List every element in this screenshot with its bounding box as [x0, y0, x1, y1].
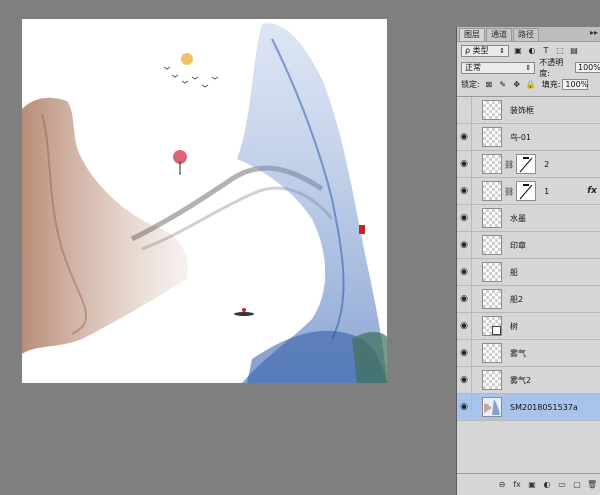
panel-top-strip	[456, 0, 600, 27]
layer-row[interactable]: ◉ 鸟-01	[457, 124, 600, 151]
layer-thumbnail[interactable]	[482, 262, 502, 282]
tab-channels[interactable]: 通道	[486, 28, 512, 41]
layer-name[interactable]: 装饰框	[510, 105, 534, 116]
blend-mode-select[interactable]: 正常 ⇕	[461, 61, 536, 74]
group-folder-icon[interactable]: ▭	[557, 480, 567, 489]
layer-name[interactable]: 树	[510, 321, 518, 332]
canvas-area[interactable]	[0, 0, 456, 495]
layer-name[interactable]: 水墨	[510, 213, 526, 224]
layer-thumbnail[interactable]	[482, 235, 502, 255]
panel-tabs: 图层 通道 路径 ▸▸	[457, 27, 600, 42]
layer-thumbnail[interactable]	[482, 181, 502, 201]
eye-icon[interactable]: ◉	[457, 286, 472, 312]
eye-icon[interactable]: ◉	[457, 313, 472, 339]
layer-row[interactable]: ◉ 船	[457, 259, 600, 286]
smart-object-badge-icon	[492, 326, 501, 335]
layer-row[interactable]: ◉ ⛓ 2	[457, 151, 600, 178]
layer-name[interactable]: 船2	[510, 294, 523, 305]
link-icon[interactable]: ⊖	[497, 480, 507, 489]
eye-icon[interactable]: ◉	[457, 340, 472, 366]
filter-label: ρ 类型	[465, 46, 489, 55]
layer-thumbnail[interactable]	[482, 343, 502, 363]
layer-name[interactable]: 鸟-01	[510, 132, 531, 143]
double-chevron-icon[interactable]: ▸▸	[590, 28, 598, 37]
chain-link-icon[interactable]: ⛓	[504, 187, 514, 196]
layer-name[interactable]: 雾气2	[510, 375, 531, 386]
mask-icon[interactable]: ▣	[527, 480, 537, 489]
layer-thumbnail[interactable]	[482, 289, 502, 309]
layer-row[interactable]: ◉ 雾气	[457, 340, 600, 367]
eye-icon[interactable]: ◉	[457, 124, 472, 150]
eye-icon[interactable]: ◉	[457, 367, 472, 393]
chain-link-icon[interactable]: ⛓	[504, 160, 514, 169]
fill-input[interactable]: 100%	[562, 79, 589, 90]
ink-painting-artwork	[22, 23, 387, 383]
eye-icon[interactable]: ◉	[457, 232, 472, 258]
tab-paths[interactable]: 路径	[513, 28, 539, 41]
filter-row: ρ 类型 ⇕ ▣ ◐ T ⬚ ▤	[457, 42, 600, 59]
layer-name[interactable]: 雾气	[510, 348, 526, 359]
adjustment-icon[interactable]: ◐	[542, 480, 552, 489]
new-layer-icon[interactable]: ▢	[572, 480, 582, 489]
layers-panel: 图层 通道 路径 ▸▸ ρ 类型 ⇕ ▣ ◐ T ⬚ ▤ 正常 ⇕ 不透明度: …	[456, 27, 600, 495]
blend-mode-value: 正常	[465, 63, 481, 72]
image-filter-icon[interactable]: ▣	[513, 46, 523, 56]
hidden-visibility-icon[interactable]	[457, 97, 472, 123]
layer-row[interactable]: ◉ 树	[457, 313, 600, 340]
layer-thumbnail[interactable]	[482, 316, 502, 336]
eye-icon[interactable]: ◉	[457, 151, 472, 177]
layer-mask-thumbnail[interactable]	[516, 154, 537, 174]
tab-layers[interactable]: 图层	[459, 28, 485, 41]
panel-bottom-toolbar: ⊖ fx ▣ ◐ ▭ ▢ 🗑	[457, 473, 600, 495]
layer-name[interactable]: 2	[544, 160, 549, 169]
eye-icon[interactable]: ◉	[457, 205, 472, 231]
layer-row[interactable]: ◉ 印章	[457, 232, 600, 259]
chevron-down-icon: ⇕	[499, 46, 505, 55]
layer-row[interactable]: ◉ ⛓ 1 fx	[457, 178, 600, 205]
chevron-down-icon: ⇕	[525, 63, 532, 72]
layer-name[interactable]: 船	[510, 267, 518, 278]
layer-name[interactable]: 印章	[510, 240, 526, 251]
shape-filter-icon[interactable]: ⬚	[555, 46, 565, 56]
opacity-input[interactable]: 100%	[575, 62, 600, 73]
lock-transparent-icon[interactable]: ⊠	[484, 80, 494, 90]
lock-label: 锁定:	[461, 80, 480, 89]
birds	[163, 66, 219, 88]
blend-row: 正常 ⇕ 不透明度: 100%	[457, 58, 600, 78]
layer-thumbnail[interactable]	[482, 154, 502, 174]
trash-icon[interactable]: 🗑	[587, 480, 597, 489]
eye-icon[interactable]: ◉	[457, 259, 472, 285]
layer-thumbnail[interactable]	[482, 397, 502, 417]
fx-icon[interactable]: fx	[512, 480, 522, 489]
layer-list: 装饰框 ◉ 鸟-01 ◉ ⛓ 2 ◉ ⛓ 1 fx ◉ 水墨 ◉ 印章 ◉ 船 ◉ 船2 ◉ 树 ◉ 雾气 ◉ 雾气2 ◉ SM2…	[457, 96, 600, 453]
layer-name[interactable]: 1	[544, 187, 549, 196]
layer-mask-thumbnail[interactable]	[516, 181, 537, 201]
smart-object-filter-icon[interactable]: ▤	[569, 46, 579, 56]
layer-thumbnail[interactable]	[482, 208, 502, 228]
eye-icon[interactable]: ◉	[457, 178, 472, 204]
layer-row[interactable]: ◉ 雾气2	[457, 367, 600, 394]
type-filter-icon[interactable]: T	[541, 46, 551, 56]
layer-thumbnail[interactable]	[482, 127, 502, 147]
layer-row[interactable]: ◉ 船2	[457, 286, 600, 313]
layer-filter-select[interactable]: ρ 类型 ⇕	[461, 44, 509, 57]
layer-row[interactable]: ◉ SM2018051537a	[457, 394, 600, 421]
adjustment-filter-icon[interactable]: ◐	[527, 46, 537, 56]
eye-icon[interactable]: ◉	[457, 394, 472, 420]
lock-position-icon[interactable]: ✥	[512, 80, 522, 90]
layer-name[interactable]: SM2018051537a	[510, 403, 578, 412]
lock-brush-icon[interactable]: ✎	[498, 80, 508, 90]
lock-row: 锁定: ⊠ ✎ ✥ 🔒 填充: 100%	[457, 76, 600, 93]
layer-thumbnail[interactable]	[482, 100, 502, 120]
layer-row[interactable]: 装饰框	[457, 97, 600, 124]
layer-effects-icon[interactable]: fx	[587, 186, 597, 196]
lock-all-icon[interactable]: 🔒	[526, 80, 536, 90]
document-canvas[interactable]	[22, 19, 387, 383]
layer-row[interactable]: ◉ 水墨	[457, 205, 600, 232]
layer-thumbnail[interactable]	[482, 370, 502, 390]
fill-label: 填充:	[541, 80, 561, 89]
